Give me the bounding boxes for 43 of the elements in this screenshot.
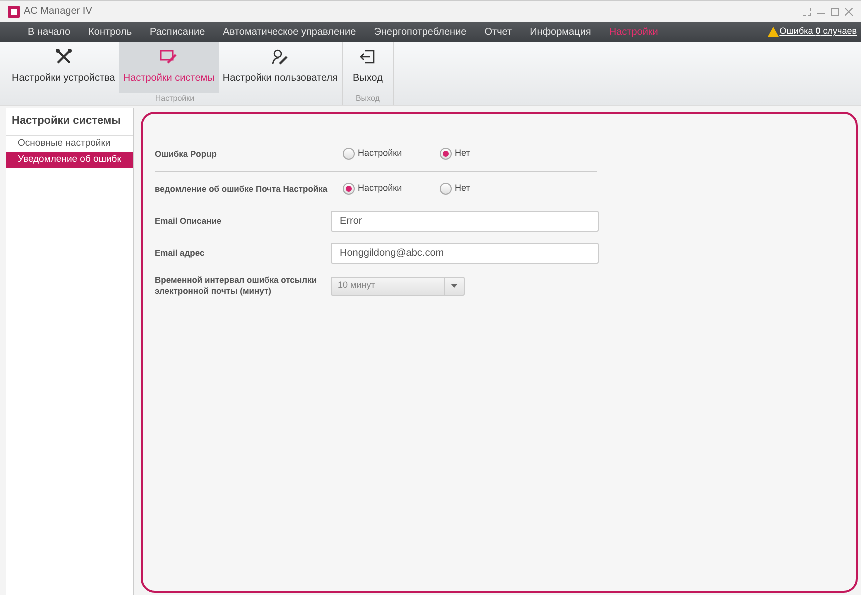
radio-button[interactable] xyxy=(440,148,452,160)
field-label: Email адрес xyxy=(155,248,206,258)
maximize-icon[interactable] xyxy=(831,8,839,16)
sidebar-item[interactable]: Основные настройки xyxy=(6,136,133,152)
user-wrench-icon xyxy=(271,49,290,65)
radio-label: Настройки xyxy=(358,147,402,160)
field-label: ведомление об ошибке Почта Настройка xyxy=(155,184,329,194)
radio-label: Настройки xyxy=(358,182,402,196)
radio-button[interactable] xyxy=(343,183,355,195)
caret-icon xyxy=(451,284,458,288)
menu-item[interactable]: Автоматическое управление xyxy=(223,24,356,40)
radio-label: Нет xyxy=(455,147,470,160)
group-label: Выход xyxy=(354,93,381,105)
ribbon-button[interactable]: Выход xyxy=(342,42,393,93)
menu-item[interactable]: Энергопотребление xyxy=(374,24,467,40)
text-field[interactable]: Honggildong@abc.com xyxy=(331,242,599,264)
field-label: Временной интервал ошибка отсылки электронной почты (минут) xyxy=(155,275,318,297)
text-field[interactable]: Error xyxy=(331,210,599,232)
menu-item[interactable]: Отчет xyxy=(484,24,512,40)
window-title: AC Manager IV xyxy=(24,5,92,19)
menu-item[interactable]: Расписание xyxy=(150,24,206,40)
radio-button[interactable] xyxy=(440,183,452,195)
exit-icon xyxy=(360,49,376,65)
monitor-wrench-icon xyxy=(160,49,178,65)
ribbon-button[interactable]: Настройки пользователя xyxy=(218,42,342,93)
radio-button[interactable] xyxy=(343,148,355,160)
menu-item[interactable]: Контроль xyxy=(88,24,132,40)
fullscreen-icon[interactable] xyxy=(803,8,811,16)
close-icon[interactable] xyxy=(845,8,853,16)
field-label: Email Описание xyxy=(155,216,223,226)
dropdown-value: 10 минут xyxy=(337,279,376,292)
radio-label: Нет xyxy=(455,182,470,196)
field-label: Ошибка Popup xyxy=(155,148,218,160)
group-label: Настройки xyxy=(154,93,196,105)
sidebar-title: Настройки системы xyxy=(6,108,133,136)
tools-icon xyxy=(54,49,73,65)
menu-item[interactable]: Информация xyxy=(530,24,592,40)
app-icon xyxy=(8,6,20,18)
warning-icon xyxy=(768,27,779,37)
sidebar-item[interactable]: Уведомление об ошибк xyxy=(6,152,133,168)
error-count-link[interactable]: Ошибка 0 случаев xyxy=(780,25,857,39)
ribbon-button[interactable]: Настройки устройства xyxy=(8,42,120,93)
menu-item[interactable]: В начало xyxy=(28,24,71,40)
